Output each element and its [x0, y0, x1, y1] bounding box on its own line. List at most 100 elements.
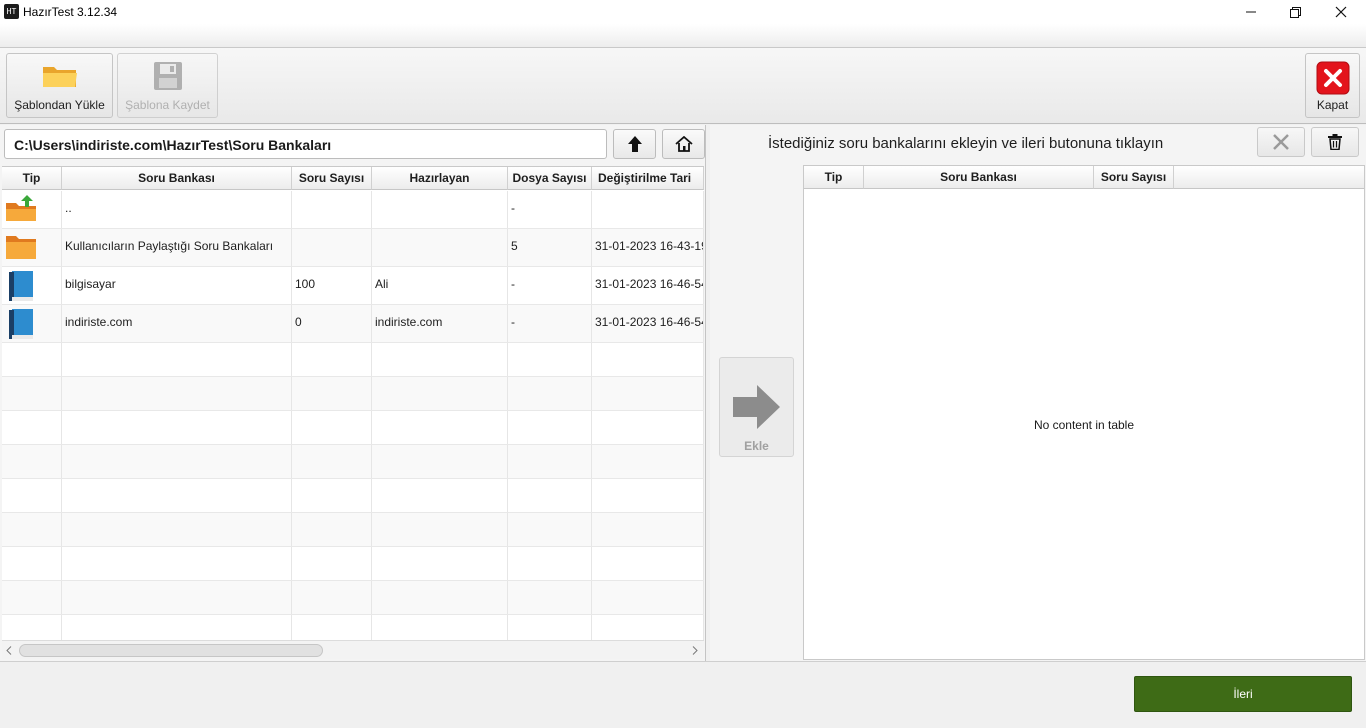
minimize-button[interactable]	[1228, 0, 1274, 24]
restore-button[interactable]	[1272, 0, 1318, 24]
empty-cell	[2, 615, 62, 640]
empty-cell	[2, 581, 62, 614]
empty-cell	[292, 513, 372, 546]
table-row[interactable]: indiriste.com 0 indiriste.com - 31-01-20…	[2, 305, 704, 343]
next-button[interactable]: İleri	[1134, 676, 1352, 712]
empty-cell	[292, 343, 372, 376]
empty-cell	[508, 377, 592, 410]
row-count: 0	[292, 305, 372, 342]
minimize-icon	[1246, 11, 1256, 13]
empty-table-message: No content in table	[1033, 418, 1135, 432]
row-files: 5	[508, 229, 592, 266]
row-name: Kullanıcıların Paylaştığı Soru Bankaları	[62, 229, 292, 266]
row-author	[372, 229, 508, 266]
empty-row	[2, 377, 704, 411]
empty-cell	[2, 377, 62, 410]
col-header-soru-bankasi[interactable]: Soru Bankası	[864, 166, 1094, 189]
folder-icon	[6, 236, 36, 259]
row-icon-cell	[2, 305, 62, 342]
trash-icon	[1328, 134, 1342, 150]
row-files: -	[508, 267, 592, 304]
empty-cell	[508, 581, 592, 614]
empty-cell	[592, 411, 704, 444]
empty-cell	[62, 411, 292, 444]
app-icon: HT	[4, 4, 19, 19]
add-button[interactable]: Ekle	[719, 357, 794, 457]
empty-cell	[508, 479, 592, 512]
scrollbar-thumb[interactable]	[19, 644, 323, 657]
row-modified: 31-01-2023 16-46-54	[592, 267, 704, 304]
remove-selected-button[interactable]	[1257, 127, 1305, 157]
col-header-tip[interactable]: Tip	[804, 166, 864, 189]
empty-cell	[508, 343, 592, 376]
col-header-degistirilme-tarihi[interactable]: Değiştirilme Tari	[592, 167, 704, 190]
empty-cell	[292, 445, 372, 478]
empty-cell	[592, 581, 704, 614]
path-field[interactable]: C:\Users\indiriste.com\HazırTest\Soru Ba…	[4, 129, 607, 159]
home-button[interactable]	[662, 129, 705, 159]
empty-cell	[292, 411, 372, 444]
empty-cell	[592, 343, 704, 376]
col-header-soru-sayisi[interactable]: Soru Sayısı	[292, 167, 372, 190]
clear-all-button[interactable]	[1311, 127, 1359, 157]
close-icon	[1335, 6, 1347, 18]
col-header-soru-bankasi[interactable]: Soru Bankası	[62, 167, 292, 190]
table-row[interactable]: Kullanıcıların Paylaştığı Soru Bankaları…	[2, 229, 704, 267]
window-close-button[interactable]	[1318, 0, 1364, 24]
col-header-hazirlayan[interactable]: Hazırlayan	[372, 167, 508, 190]
table-row[interactable]: bilgisayar 100 Ali - 31-01-2023 16-46-54	[2, 267, 704, 305]
load-template-button[interactable]: Şablondan Yükle	[6, 53, 113, 118]
empty-row	[2, 547, 704, 581]
empty-cell	[372, 377, 508, 410]
row-count: 100	[292, 267, 372, 304]
chevron-left-icon[interactable]	[6, 646, 12, 655]
open-folder-icon	[42, 67, 77, 87]
col-header-soru-sayisi[interactable]: Soru Sayısı	[1094, 166, 1174, 189]
home-icon	[674, 136, 693, 152]
up-folder-button[interactable]	[613, 129, 656, 159]
empty-cell	[508, 411, 592, 444]
window-title: HazırTest 3.12.34	[23, 5, 118, 19]
row-icon-cell	[2, 191, 62, 228]
book-icon	[9, 271, 33, 301]
row-author: Ali	[372, 267, 508, 304]
row-icon-cell	[2, 267, 62, 304]
col-header-dosya-sayisi[interactable]: Dosya Sayısı	[508, 167, 592, 190]
empty-cell	[372, 445, 508, 478]
row-modified: 31-01-2023 16-43-19	[592, 229, 704, 266]
empty-cell	[62, 377, 292, 410]
row-count	[292, 229, 372, 266]
empty-cell	[508, 615, 592, 640]
row-count	[292, 191, 372, 228]
restore-icon	[1289, 6, 1301, 18]
title-bar	[0, 0, 1366, 24]
empty-cell	[2, 445, 62, 478]
save-template-button[interactable]: Şablona Kaydet	[117, 53, 218, 118]
empty-cell	[592, 513, 704, 546]
row-modified	[592, 191, 704, 228]
row-name: bilgisayar	[62, 267, 292, 304]
empty-cell	[592, 615, 704, 640]
empty-row	[2, 445, 704, 479]
save-icon	[153, 62, 182, 90]
empty-cell	[508, 547, 592, 580]
empty-cell	[592, 377, 704, 410]
empty-cell	[2, 411, 62, 444]
empty-row	[2, 411, 704, 445]
empty-row	[2, 343, 704, 377]
selected-banks-table: Tip Soru Bankası Soru Sayısı	[803, 165, 1365, 660]
close-app-button[interactable]: Kapat	[1305, 53, 1360, 118]
row-name: ..	[62, 191, 292, 228]
chevron-right-icon[interactable]	[692, 646, 698, 655]
col-header-tip[interactable]: Tip	[2, 167, 62, 190]
empty-cell	[372, 513, 508, 546]
row-modified: 31-01-2023 16-46-54	[592, 305, 704, 342]
empty-cell	[508, 445, 592, 478]
table-row[interactable]: .. -	[2, 191, 704, 229]
row-author	[372, 191, 508, 228]
horizontal-scrollbar[interactable]	[2, 640, 704, 659]
empty-row	[2, 581, 704, 615]
book-icon	[9, 309, 33, 339]
empty-cell	[62, 479, 292, 512]
empty-cell	[372, 479, 508, 512]
